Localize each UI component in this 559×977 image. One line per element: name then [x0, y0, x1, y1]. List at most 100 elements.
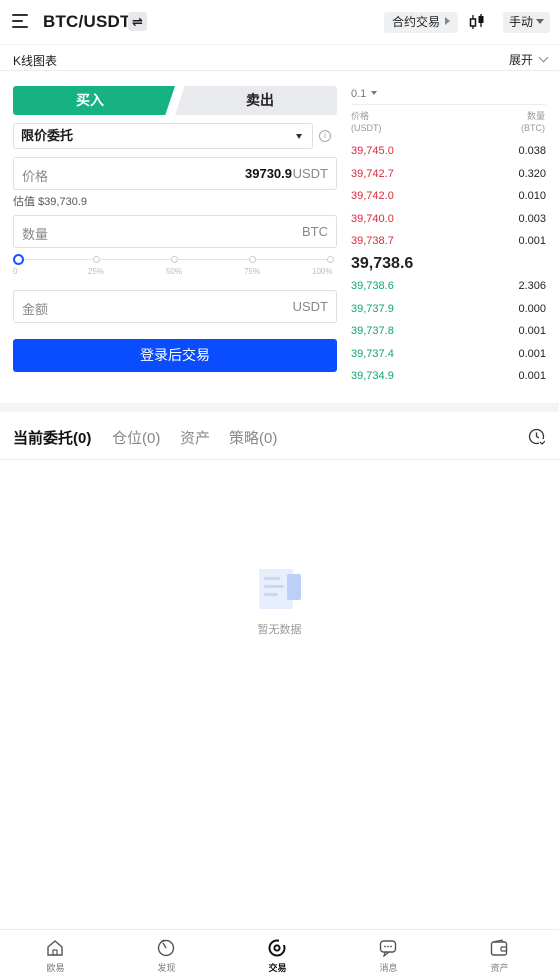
discover-icon	[157, 939, 175, 957]
nav-label: 资产	[490, 963, 509, 973]
login-to-trade-button[interactable]: 登录后交易	[13, 339, 337, 372]
slider-mark-label: 100%	[312, 267, 333, 276]
slider-mark-label: 50%	[166, 267, 183, 276]
buy-tab[interactable]: 买入	[13, 86, 175, 115]
ask-price: 39,740.0	[351, 212, 394, 225]
buy-sell-tabs: 买入 卖出	[13, 86, 337, 115]
bid-price: 39,737.8	[351, 325, 394, 337]
bid-quantity: 0.001	[518, 325, 546, 337]
ask-price: 39,742.7	[351, 167, 394, 180]
info-icon[interactable]: i	[319, 130, 331, 142]
bid-row[interactable]: 39,738.6 2.306	[351, 280, 546, 294]
ask-row[interactable]: 39,742.7 0.320	[351, 168, 546, 182]
candlestick-icon[interactable]	[468, 13, 486, 31]
slider-stop-100[interactable]	[327, 256, 334, 263]
pair-title[interactable]: BTC/USDT	[43, 12, 131, 32]
bid-quantity: 0.001	[518, 347, 546, 360]
kline-bar[interactable]: K线图表 展开	[0, 44, 559, 71]
order-type-label: 限价委托	[21, 128, 74, 143]
qty-header-label: 数量	[526, 111, 545, 121]
total-placeholder: 金额	[22, 302, 49, 317]
slider-handle[interactable]	[13, 254, 24, 265]
nav-label: 发现	[157, 963, 176, 973]
ask-quantity: 0.001	[518, 235, 546, 247]
tab-open-orders[interactable]: 当前委托(0)	[13, 427, 91, 448]
tab-positions[interactable]: 仓位(0)	[112, 427, 160, 448]
nav-label: 欧易	[46, 963, 65, 973]
top-header: BTC/USDT ⇌ 合约交易 手动	[0, 0, 559, 44]
bid-price: 39,737.4	[351, 347, 394, 360]
bid-row[interactable]: 39,737.8 0.001	[351, 325, 546, 339]
orderbook-divider	[351, 104, 546, 105]
nav-label: 交易	[268, 963, 287, 973]
home-icon	[47, 940, 63, 956]
caret-down-icon	[536, 19, 545, 24]
swap-pair-icon[interactable]: ⇌	[128, 12, 147, 31]
ask-quantity: 0.003	[518, 212, 546, 225]
contract-trade-button[interactable]: 合约交易	[384, 12, 459, 33]
precision-select[interactable]: 0.1	[351, 88, 378, 100]
amount-placeholder: 数量	[22, 227, 49, 242]
price-placeholder: 价格	[22, 169, 49, 184]
slider-stop-50[interactable]	[171, 256, 178, 263]
tab-assets[interactable]: 资产	[180, 427, 210, 448]
total-unit: USDT	[292, 299, 328, 314]
orderbook-price-header: 价格 (USDT)	[351, 110, 382, 134]
ask-row[interactable]: 39,740.0 0.003	[351, 213, 546, 227]
estimate-value: 估值 $39,730.9	[13, 196, 87, 208]
slider-stop-75[interactable]	[249, 256, 256, 263]
slider-mark-label: 0	[13, 267, 18, 276]
wallet-icon	[490, 939, 508, 956]
bid-row[interactable]: 39,734.9 0.001	[351, 370, 546, 384]
nav-discover[interactable]: 发现	[111, 930, 222, 977]
message-icon	[379, 940, 397, 957]
orders-tab-bar: 当前委托(0) 仓位(0) 资产 策略(0)	[0, 412, 559, 460]
ask-row[interactable]: 39,742.0 0.010	[351, 190, 546, 204]
nav-home[interactable]: 欧易	[0, 930, 111, 977]
bid-quantity: 2.306	[518, 280, 546, 292]
sell-tab[interactable]: 卖出	[175, 86, 337, 115]
caret-down-icon	[371, 91, 378, 95]
bid-row[interactable]: 39,737.9 0.000	[351, 303, 546, 317]
orderbook-qty-header: 数量 (BTC)	[517, 110, 545, 134]
price-value: 39730.9	[245, 166, 292, 181]
amount-unit: BTC	[302, 224, 328, 239]
total-input[interactable]: 金额 USDT	[13, 290, 337, 323]
precision-value: 0.1	[351, 88, 367, 100]
menu-icon[interactable]	[12, 14, 28, 28]
nav-messages[interactable]: 消息	[333, 930, 444, 977]
ask-price: 39,742.0	[351, 190, 394, 202]
bid-row[interactable]: 39,737.4 0.001	[351, 348, 546, 362]
ask-row[interactable]: 39,745.0 0.038	[351, 145, 546, 159]
last-price: 39,738.6	[351, 255, 414, 272]
slider-mark-label: 75%	[244, 267, 261, 276]
tab-strategies[interactable]: 策略(0)	[229, 427, 277, 448]
empty-state-text: 暂无数据	[257, 624, 302, 636]
amount-input[interactable]: 数量 BTC	[13, 215, 337, 248]
contract-trade-label: 合约交易	[392, 15, 441, 29]
ask-quantity: 0.320	[518, 167, 546, 180]
ask-row[interactable]: 39,738.7 0.001	[351, 235, 546, 249]
expand-toggle[interactable]: 展开	[508, 51, 549, 68]
qty-header-unit: (BTC)	[521, 123, 545, 133]
nav-trade[interactable]: 交易	[222, 930, 333, 977]
bid-price: 39,737.9	[351, 302, 394, 315]
ask-quantity: 0.038	[518, 145, 546, 157]
expand-label: 展开	[508, 53, 533, 67]
price-header-label: 价格	[351, 111, 370, 121]
amount-slider[interactable]: 0 25% 50% 75% 100%	[13, 253, 337, 279]
order-type-select[interactable]: 限价委托	[13, 123, 313, 149]
kline-label: K线图表	[13, 54, 58, 68]
history-icon[interactable]	[528, 428, 545, 445]
price-input[interactable]: 价格 39730.9 USDT	[13, 157, 337, 190]
bid-price: 39,738.6	[351, 280, 394, 292]
ask-price: 39,738.7	[351, 235, 394, 247]
ask-price: 39,745.0	[351, 145, 394, 157]
price-unit: USDT	[292, 166, 328, 181]
bid-price: 39,734.9	[351, 370, 394, 382]
caret-right-icon	[445, 17, 451, 25]
nav-assets[interactable]: 资产	[444, 930, 555, 977]
slider-stop-25[interactable]	[93, 256, 100, 263]
chevron-down-icon	[538, 52, 549, 63]
mode-dropdown[interactable]: 手动	[503, 12, 551, 33]
